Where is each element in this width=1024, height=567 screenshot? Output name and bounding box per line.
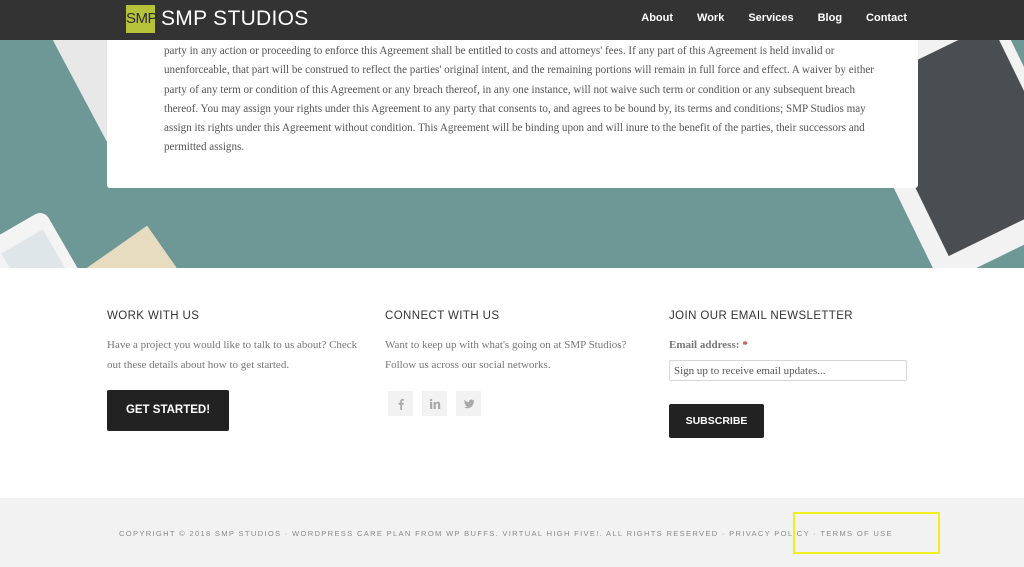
connect-widget: CONNECT WITH US Want to keep up with wha… xyxy=(385,310,655,375)
twitter-icon[interactable] xyxy=(456,391,481,416)
site-header: SMP SMP STUDIOS About Work Services Blog… xyxy=(0,0,1024,40)
nav-about[interactable]: About xyxy=(641,12,673,24)
decorative-notebook xyxy=(57,225,193,268)
logo-mark: SMP xyxy=(126,5,158,33)
linkedin-icon[interactable] xyxy=(422,391,447,416)
annotation-highlight-box xyxy=(793,512,940,554)
connect-title: CONNECT WITH US xyxy=(385,310,500,322)
work-with-us-text: Have a project you would like to talk to… xyxy=(107,339,358,371)
nav-work[interactable]: Work xyxy=(697,12,724,24)
main-nav: About Work Services Blog Contact xyxy=(617,0,907,36)
site-logo[interactable]: SMP SMP STUDIOS xyxy=(126,4,309,34)
work-with-us-title: WORK WITH US xyxy=(107,310,200,322)
agreement-card: party in any action or proceeding to enf… xyxy=(107,40,918,188)
subscribe-button[interactable]: SUBSCRIBE xyxy=(669,404,764,438)
copyright-text: COPYRIGHT © 2018 SMP STUDIOS · WORDPRESS… xyxy=(119,529,730,538)
nav-contact[interactable]: Contact xyxy=(866,12,907,24)
work-with-us-widget: WORK WITH US Have a project you would li… xyxy=(107,310,367,375)
required-mark: * xyxy=(742,339,748,351)
nav-blog[interactable]: Blog xyxy=(818,12,842,24)
newsletter-widget: JOIN OUR EMAIL NEWSLETTER xyxy=(669,310,929,322)
email-input[interactable] xyxy=(669,360,907,381)
email-label: Email address: * xyxy=(669,339,748,351)
facebook-icon[interactable] xyxy=(388,391,413,416)
agreement-text: party in any action or proceeding to enf… xyxy=(164,45,875,154)
logo-text: SMP STUDIOS xyxy=(161,7,309,30)
social-links xyxy=(388,391,490,416)
connect-text: Want to keep up with what's going on at … xyxy=(385,339,627,371)
get-started-button[interactable]: GET STARTED! xyxy=(107,390,229,431)
newsletter-title: JOIN OUR EMAIL NEWSLETTER xyxy=(669,310,854,322)
nav-services[interactable]: Services xyxy=(748,12,793,24)
email-label-text: Email address: xyxy=(669,339,740,351)
copyright-line: COPYRIGHT © 2018 SMP STUDIOS · WORDPRESS… xyxy=(119,529,893,538)
